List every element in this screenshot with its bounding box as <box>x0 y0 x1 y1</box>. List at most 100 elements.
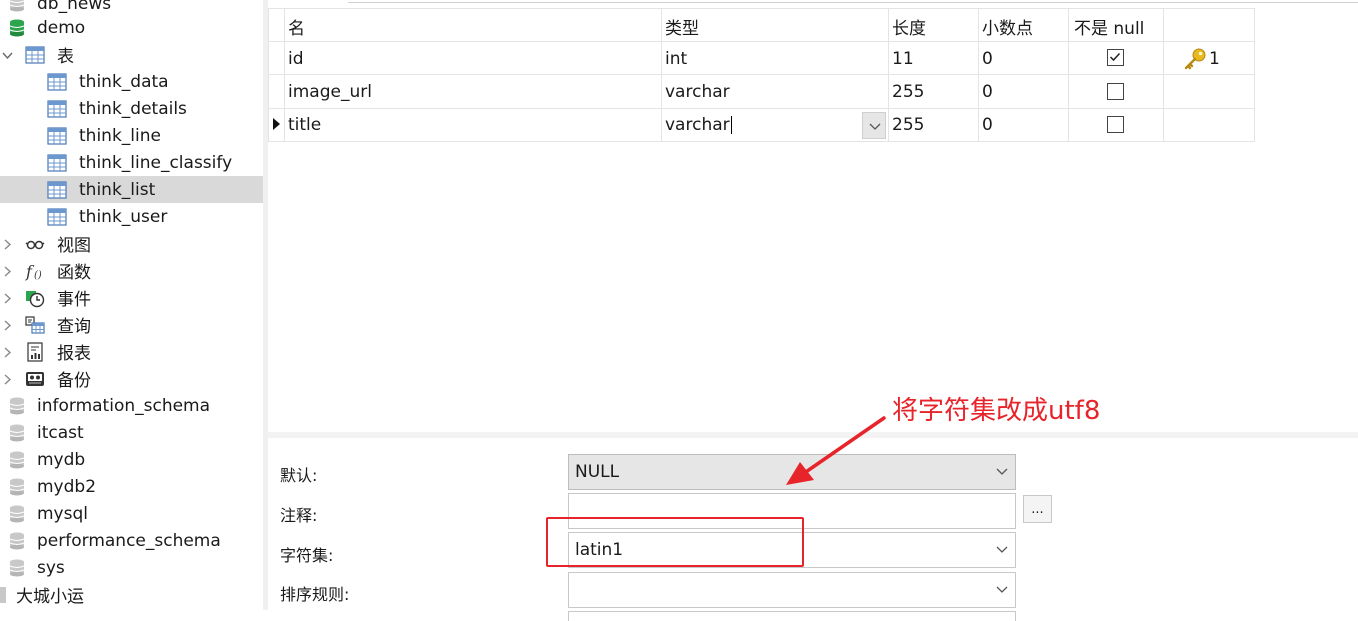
annotation-highlight-box <box>546 517 804 567</box>
table-icon <box>47 127 67 145</box>
glasses-icon <box>25 240 45 250</box>
column-header-decimals[interactable]: 小数点 <box>982 12 1033 40</box>
field-length-cell[interactable]: 255 <box>892 110 924 140</box>
database-icon <box>9 532 25 550</box>
database-icon <box>9 0 25 12</box>
tab-strip <box>268 0 1358 8</box>
field-decimals-cell[interactable]: 0 <box>982 44 993 74</box>
tree-item-table[interactable]: think_data <box>0 68 263 95</box>
field-length-cell[interactable]: 11 <box>892 44 914 74</box>
not-null-checkbox[interactable] <box>1107 83 1124 100</box>
type-dropdown-button[interactable] <box>862 112 886 139</box>
field-type-editor[interactable]: varchar <box>665 110 732 140</box>
field-type-value: varchar <box>665 115 730 135</box>
query-icon <box>25 316 45 334</box>
table-icon <box>47 73 67 91</box>
tree-item-table-selected[interactable]: think_list <box>0 176 263 203</box>
chevron-right-icon[interactable] <box>1 369 13 389</box>
comment-label: 注释: <box>280 506 318 525</box>
tree-item-label: think_line_classify <box>79 152 233 173</box>
tree-item-table[interactable]: think_user <box>0 203 263 230</box>
field-length-cell[interactable]: 255 <box>892 77 924 107</box>
tree-item-database[interactable]: itcast <box>0 419 263 446</box>
chevron-right-icon[interactable] <box>1 234 13 254</box>
field-decimals-cell[interactable]: 0 <box>982 110 993 140</box>
chevron-right-icon[interactable] <box>1 261 13 281</box>
tree-item-table[interactable]: think_details <box>0 95 263 122</box>
tree-item-queries[interactable]: 查询 <box>0 311 263 338</box>
tree-item-label: demo <box>37 17 86 38</box>
database-icon <box>9 505 25 523</box>
tree-item-label: 函数 <box>57 263 91 283</box>
tree-item-label: think_data <box>79 71 169 92</box>
tree-item-label: 大城小运 <box>16 587 84 607</box>
check-icon <box>1109 52 1121 62</box>
navigation-tree: db_news demo 表 think_data think_details … <box>0 0 263 610</box>
next-field-edge <box>568 611 1016 621</box>
tree-item-label: db_news <box>37 0 112 14</box>
function-icon: f() <box>25 262 42 281</box>
backup-icon <box>26 372 44 386</box>
field-type-cell[interactable]: int <box>665 44 687 74</box>
tree-item-label: 表 <box>57 47 74 67</box>
field-name-cell[interactable]: id <box>288 44 304 74</box>
tree-item-backups[interactable]: 备份 <box>0 365 263 392</box>
comment-expand-button[interactable]: ... <box>1023 495 1052 523</box>
tree-item-database[interactable]: mydb2 <box>0 473 263 500</box>
chevron-down-icon <box>996 586 1008 593</box>
tree-item-label: think_list <box>79 179 156 200</box>
current-row-indicator-icon <box>273 118 280 130</box>
tree-item-label: think_details <box>79 98 187 119</box>
svg-text:(): () <box>34 270 42 281</box>
column-header-type[interactable]: 类型 <box>665 12 699 40</box>
tree-item-database[interactable]: sys <box>0 554 263 581</box>
tree-item-events[interactable]: 事件 <box>0 284 263 311</box>
tree-item-reports[interactable]: 报表 <box>0 338 263 365</box>
field-name-cell[interactable]: title <box>288 110 321 140</box>
annotation-arrow <box>786 416 886 485</box>
tree-item-label: mysql <box>37 503 88 524</box>
field-name-cell[interactable]: image_url <box>288 77 372 107</box>
annotation-text: 将字符集改成utf8 <box>892 396 1101 426</box>
table-icon <box>47 154 67 172</box>
tree-item-label: 视图 <box>57 236 91 256</box>
tree-item-table[interactable]: think_line <box>0 122 263 149</box>
tree-item-label: 备份 <box>57 371 91 391</box>
column-header-length[interactable]: 长度 <box>892 12 926 40</box>
not-null-checkbox[interactable] <box>1107 116 1124 133</box>
tree-item-database[interactable]: information_schema <box>0 392 263 419</box>
chevron-right-icon[interactable] <box>1 288 13 308</box>
chevron-down-icon <box>996 468 1008 475</box>
database-icon <box>9 19 25 37</box>
tree-item-database[interactable]: performance_schema <box>0 527 263 554</box>
chevron-right-icon[interactable] <box>1 342 13 362</box>
tree-item-label: think_user <box>79 206 168 227</box>
field-decimals-cell[interactable]: 0 <box>982 77 993 107</box>
tree-item-label: information_schema <box>37 395 211 416</box>
tree-item-table[interactable]: think_line_classify <box>0 149 263 176</box>
default-value: NULL <box>575 462 620 482</box>
tree-item-functions[interactable]: f() 函数 <box>0 257 263 284</box>
tree-item-connection[interactable]: 大城小运 <box>0 581 263 608</box>
tree-item-label: think_line <box>79 125 161 146</box>
tree-item-tables[interactable]: 表 <box>0 41 263 68</box>
not-null-checkbox[interactable] <box>1107 49 1124 66</box>
field-type-cell[interactable]: varchar <box>665 77 730 107</box>
text-cursor <box>730 116 732 134</box>
charset-label: 字符集: <box>280 546 334 565</box>
tree-item-database[interactable]: mysql <box>0 500 263 527</box>
tree-item-demo[interactable]: demo <box>0 14 263 41</box>
column-header-name[interactable]: 名 <box>288 12 305 40</box>
tree-item-views[interactable]: 视图 <box>0 230 263 257</box>
chevron-down-icon[interactable] <box>1 45 13 65</box>
tree-item-database[interactable]: mydb <box>0 446 263 473</box>
table-icon <box>47 181 67 199</box>
tree-item-label: mydb <box>37 449 86 470</box>
collation-label: 排序规则: <box>280 585 350 604</box>
chevron-right-icon[interactable] <box>1 315 13 335</box>
default-label: 默认: <box>280 466 318 485</box>
tree-item-label: mydb2 <box>37 476 97 497</box>
database-icon <box>9 397 25 415</box>
collation-select[interactable] <box>568 572 1016 608</box>
column-header-not-null[interactable]: 不是 null <box>1074 12 1144 40</box>
